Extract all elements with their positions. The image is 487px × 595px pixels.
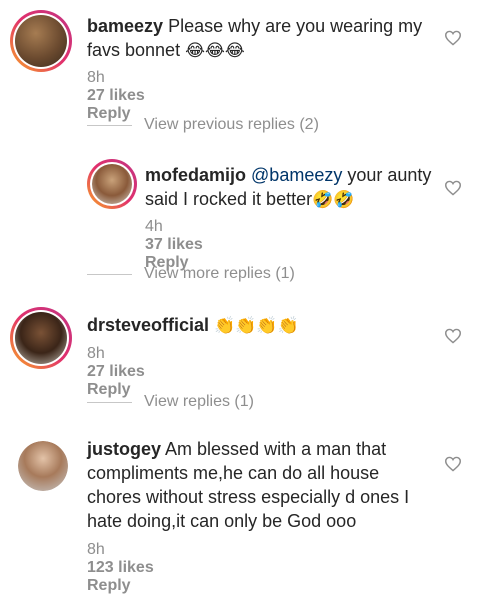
timestamp: 8h	[87, 69, 105, 86]
divider-line	[87, 274, 132, 275]
laughing-emoji: 😂😂😂	[185, 41, 245, 60]
comment-meta: 8h 27 likes Reply	[87, 345, 173, 399]
avatar-drsteveofficial[interactable]	[10, 307, 72, 369]
comment-meta: 8h 27 likes Reply	[87, 69, 173, 123]
timestamp: 4h	[145, 218, 163, 235]
timestamp: 8h	[87, 345, 105, 362]
view-more-replies-link[interactable]: View more replies (1)	[144, 265, 295, 283]
likes-count[interactable]: 37 likes	[145, 236, 230, 254]
heart-outline-icon[interactable]	[444, 328, 462, 344]
likes-count[interactable]: 27 likes	[87, 363, 173, 381]
username-drsteveofficial[interactable]: drsteveofficial	[87, 315, 209, 335]
username-justogey[interactable]: justogey	[87, 439, 161, 459]
comment-body: bameezy Please why are you wearing my fa…	[87, 14, 427, 63]
reply-button[interactable]: Reply	[87, 577, 131, 595]
clapping-emoji: 👏👏👏👏	[214, 316, 299, 335]
comment-body: mofedamijo @bameezy your aunty said I ro…	[145, 163, 435, 212]
heart-outline-icon[interactable]	[444, 180, 462, 196]
heart-outline-icon[interactable]	[444, 30, 462, 46]
view-replies-link[interactable]: View replies (1)	[144, 393, 254, 411]
mention-link[interactable]: @bameezy	[251, 165, 342, 185]
comment-meta: 8h 123 likes Reply	[87, 541, 182, 595]
reply-button[interactable]: Reply	[87, 381, 131, 399]
heart-outline-icon[interactable]	[444, 456, 462, 472]
timestamp: 8h	[87, 541, 105, 558]
likes-count[interactable]: 123 likes	[87, 559, 182, 577]
comment-meta: 4h 37 likes Reply	[145, 218, 230, 272]
comment-body: drsteveofficial 👏👏👏👏	[87, 313, 427, 338]
username-bameezy[interactable]: bameezy	[87, 16, 163, 36]
rofl-emoji: 🤣🤣	[312, 190, 355, 209]
username-mofedamijo[interactable]: mofedamijo	[145, 165, 246, 185]
avatar-justogey[interactable]	[18, 441, 68, 491]
divider-line	[87, 402, 132, 403]
avatar-bameezy[interactable]	[10, 10, 72, 72]
view-previous-replies-link[interactable]: View previous replies (2)	[144, 116, 319, 134]
comment-body: justogey Am blessed with a man that comp…	[87, 437, 432, 533]
divider-line	[87, 125, 132, 126]
likes-count[interactable]: 27 likes	[87, 87, 173, 105]
avatar-mofedamijo[interactable]	[87, 159, 137, 209]
reply-button[interactable]: Reply	[87, 105, 131, 123]
